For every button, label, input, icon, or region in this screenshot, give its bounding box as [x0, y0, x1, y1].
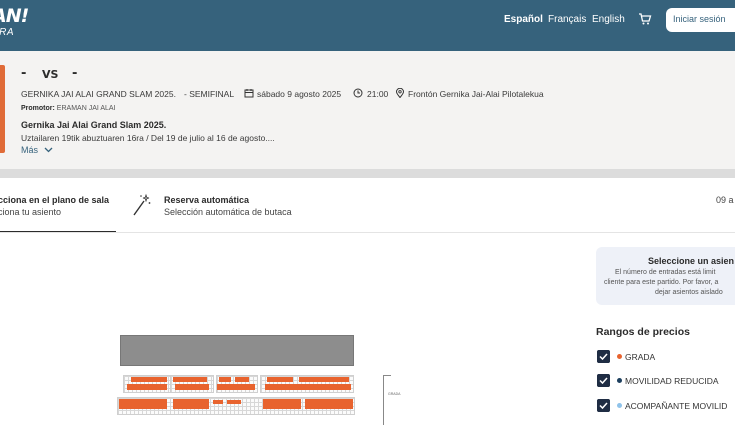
panel-title: Seleccione un asien: [648, 256, 735, 266]
logo-text: AN!: [0, 5, 29, 27]
logo[interactable]: AN! ARA: [0, 5, 29, 39]
available-seats[interactable]: [305, 399, 353, 409]
cart-icon[interactable]: [638, 12, 652, 26]
price-color-dot: [617, 378, 622, 383]
lang-english[interactable]: English: [592, 14, 625, 25]
seat-selection-info-panel: Seleccione un asien El número de entrada…: [596, 247, 735, 305]
event-date: sábado 9 agosto 2025: [257, 89, 342, 99]
calendar-icon: [244, 89, 254, 98]
available-seats[interactable]: [175, 384, 209, 390]
available-seats[interactable]: [127, 384, 167, 390]
event-time: 21:00: [367, 89, 389, 99]
available-seats[interactable]: [217, 384, 255, 390]
more-label: Más: [21, 145, 39, 155]
tab-seat-map-title: cciona en el plano de sala: [0, 195, 110, 205]
available-seats[interactable]: [267, 377, 293, 382]
event-venue: Frontón Gernika Jai-Alai Pilotalekua: [408, 89, 544, 99]
available-seats[interactable]: [213, 400, 223, 404]
tab-date: 09 a: [716, 195, 734, 205]
section-label: GRADA: [388, 392, 401, 396]
seat-map[interactable]: GRADA: [115, 332, 415, 425]
price-color-dot: [617, 403, 622, 408]
available-seats[interactable]: [219, 377, 231, 382]
checkbox-checked-icon[interactable]: [597, 399, 610, 412]
event-banner: - VS - GERNIKA JAI ALAI GRAND SLAM 2025.…: [0, 51, 735, 169]
available-seats[interactable]: [173, 399, 209, 409]
panel-text-line: dejar asientos aislado: [655, 289, 723, 296]
event-name: GERNIKA JAI ALAI GRAND SLAM 2025.: [21, 89, 176, 99]
more-button[interactable]: Más: [21, 145, 53, 155]
event-phase: - SEMIFINAL: [184, 89, 235, 99]
lang-francais[interactable]: Français: [548, 14, 586, 25]
checkbox-checked-icon[interactable]: [597, 350, 610, 363]
available-seats[interactable]: [265, 384, 351, 390]
available-seats[interactable]: [173, 377, 207, 382]
fronton-court: [120, 335, 354, 366]
lang-espanol[interactable]: Español: [504, 14, 543, 25]
price-range-movilidad-reducida[interactable]: MOVILIDAD REDUCIDA: [597, 374, 735, 388]
price-range-label: MOVILIDAD REDUCIDA: [625, 376, 719, 386]
available-seats[interactable]: [235, 377, 249, 382]
login-button[interactable]: Iniciar sesión: [666, 8, 735, 32]
tab-auto-reserve-title: Reserva automática: [164, 195, 250, 205]
magic-wand-icon: [133, 193, 151, 216]
team-away: -: [72, 66, 78, 81]
location-pin-icon: [395, 88, 405, 98]
promotor-label: Promotor:: [21, 105, 55, 112]
price-range-acompanante[interactable]: ACOMPAÑANTE MOVILID: [597, 399, 735, 413]
versus-label: VS: [42, 68, 59, 81]
available-seats[interactable]: [263, 399, 301, 409]
clock-icon: [353, 88, 363, 98]
available-seats[interactable]: [119, 399, 167, 409]
tab-separator: [0, 232, 735, 233]
available-seats[interactable]: [299, 377, 349, 382]
section-divider: [0, 169, 735, 178]
panel-text-line: El número de entradas está limit: [615, 269, 716, 276]
price-ranges-title: Rangos de precios: [596, 326, 690, 338]
price-range-label: ACOMPAÑANTE MOVILID: [625, 401, 728, 411]
price-range-grada[interactable]: GRADA: [597, 350, 735, 364]
checkbox-checked-icon[interactable]: [597, 374, 610, 387]
event-poster[interactable]: [0, 65, 5, 153]
promotor-name: ERAMAN JAI ALAI: [56, 105, 116, 112]
description-title: Gernika Jai Alai Grand Slam 2025.: [21, 120, 167, 130]
available-seats[interactable]: [227, 400, 241, 404]
description-text: Uztailaren 19tik abuztuaren 16ra / Del 1…: [21, 133, 275, 143]
available-seats[interactable]: [131, 377, 167, 382]
chevron-down-icon: [44, 147, 53, 153]
logo-subtext: ARA: [0, 27, 15, 38]
section-bracket: [383, 375, 391, 425]
top-navigation-bar: AN! ARA Español Français English Iniciar…: [0, 0, 735, 51]
price-color-dot: [617, 354, 622, 359]
panel-text-line: cliente para este partido. Por favor, a: [604, 279, 719, 286]
team-home: -: [21, 66, 27, 81]
tab-auto-reserve-subtitle: Selección automática de butaca: [164, 207, 292, 217]
price-range-label: GRADA: [625, 352, 656, 362]
promotor-line: Promotor: ERAMAN JAI ALAI: [21, 105, 116, 112]
tab-seat-map-subtitle: ciona tu asiento: [0, 207, 62, 217]
